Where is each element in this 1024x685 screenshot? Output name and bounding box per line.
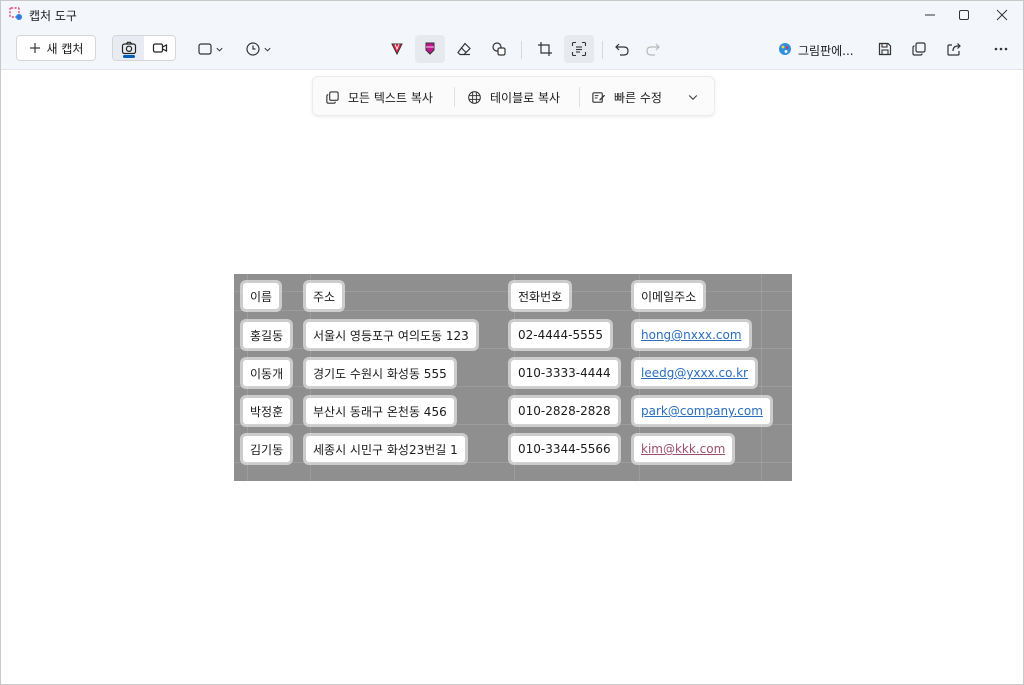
close-button[interactable] (979, 1, 1023, 29)
table-header-cell: 전화번호 (511, 283, 570, 309)
table-header-cell: 주소 (306, 283, 343, 309)
crop-tool[interactable] (531, 35, 559, 63)
table-cell: 김기동 (243, 436, 291, 462)
window-title: 캡처 도구 (29, 9, 77, 23)
grid-line (234, 310, 792, 311)
redo-button[interactable] (639, 35, 667, 63)
chevron-down-icon (263, 47, 271, 52)
paint-icon (779, 43, 791, 55)
video-camera-icon (152, 43, 167, 53)
snipping-tool-icon (9, 7, 22, 20)
share-icon (947, 43, 961, 56)
table-cell: 경기도 수원시 화성동 555 (306, 360, 454, 386)
quick-edit-button[interactable]: 빠른 수정 (591, 77, 662, 117)
text-actions-tool[interactable] (564, 35, 594, 63)
shapes-tool[interactable] (485, 35, 513, 63)
copy-all-text-label: 모든 텍스트 복사 (348, 90, 433, 105)
email-link[interactable]: leedg@yxxx.co.kr (634, 360, 755, 386)
crop-icon (538, 42, 552, 56)
table-header-cell: 이름 (243, 283, 280, 309)
toolbar-divider (602, 41, 603, 59)
new-capture-label: 새 캡처 (46, 41, 84, 56)
table-header-cell: 이메일주소 (634, 283, 704, 309)
highlighter-icon (425, 42, 435, 55)
chevron-down-icon (688, 95, 698, 100)
shapes-icon (492, 42, 506, 56)
table-cell: 부산시 동래구 온천동 456 (306, 398, 454, 424)
save-button[interactable] (871, 35, 899, 63)
more-options-button[interactable] (987, 35, 1015, 63)
copy-as-table-label: 테이블로 복사 (490, 90, 561, 105)
clock-icon (245, 42, 260, 56)
quick-edit-icon (592, 91, 606, 103)
table-grid-icon (468, 90, 481, 104)
text-actions-icon (571, 41, 587, 57)
email-link[interactable]: hong@nxxx.com (634, 322, 749, 348)
highlighter-tool[interactable] (415, 35, 445, 63)
grid-line (234, 424, 792, 425)
toolbar-divider (521, 41, 522, 59)
copy-icon (912, 42, 926, 56)
snipping-tool-window: 캡처 도구 새 캡처 그림판에... 모든 텍스트 복사 테이블로 복사 빠른 … (0, 0, 1024, 685)
table-cell: 이동개 (243, 360, 291, 386)
open-in-paint-button[interactable] (775, 35, 795, 63)
minimize-icon (925, 14, 935, 16)
screenshot-mode-button[interactable] (113, 36, 144, 60)
redo-icon (646, 43, 660, 56)
email-link[interactable]: kim@kkk.com (634, 436, 733, 462)
table-cell: 010-2828-2828 (511, 398, 618, 424)
table-cell: 서울시 영등포구 여의도동 123 (306, 322, 476, 348)
share-button[interactable] (940, 35, 968, 63)
textbar-divider (454, 87, 455, 107)
captured-image: 이름 주소 전화번호 이메일주소 홍길동 서울시 영등포구 여의도동 123 0… (234, 274, 792, 481)
eraser-tool[interactable] (450, 35, 478, 63)
eraser-icon (457, 42, 471, 56)
save-icon (878, 42, 892, 56)
table-cell: 02-4444-5555 (511, 322, 611, 348)
undo-icon (615, 43, 629, 56)
table-cell: 박정훈 (243, 398, 291, 424)
email-link[interactable]: park@company.com (634, 398, 770, 424)
table-cell: 010-3333-4444 (511, 360, 618, 386)
grid-line (234, 348, 792, 349)
grid-line (761, 274, 762, 481)
more-icon (994, 47, 1008, 51)
table-cell: 010-3344-5566 (511, 436, 618, 462)
video-mode-button[interactable] (144, 36, 175, 60)
grid-line (234, 386, 792, 387)
copy-all-text-button[interactable]: 모든 텍스트 복사 (325, 77, 433, 117)
snip-shape-dropdown[interactable] (193, 35, 227, 63)
text-actions-expand-button[interactable] (687, 77, 699, 117)
copy-as-table-button[interactable]: 테이블로 복사 (467, 77, 560, 117)
text-actions-bar: 모든 텍스트 복사 테이블로 복사 빠른 수정 (312, 76, 715, 116)
open-in-paint-label[interactable]: 그림판에... (798, 42, 854, 59)
title-bar: 캡처 도구 (1, 1, 1023, 29)
table-cell: 홍길동 (243, 322, 291, 348)
toolbar: 새 캡처 그림판에... (1, 29, 1023, 70)
plus-icon (29, 43, 40, 53)
quick-edit-label: 빠른 수정 (614, 90, 662, 105)
maximize-icon (959, 10, 969, 20)
table-cell: 세종시 시민구 화성23번길 1 (306, 436, 465, 462)
copy-icon (326, 90, 339, 104)
copy-button[interactable] (905, 35, 933, 63)
pen-icon (391, 43, 403, 56)
grid-line (234, 462, 792, 463)
new-capture-button[interactable]: 새 캡처 (16, 35, 96, 61)
close-icon (996, 9, 1008, 21)
camera-icon (121, 41, 136, 55)
ballpoint-pen-tool[interactable] (383, 35, 411, 63)
textbar-divider (579, 87, 580, 107)
chevron-down-icon (215, 47, 223, 52)
delay-timer-dropdown[interactable] (241, 35, 275, 63)
rectangle-snip-icon (197, 43, 212, 55)
capture-mode-toggle (112, 35, 176, 61)
undo-button[interactable] (608, 35, 636, 63)
